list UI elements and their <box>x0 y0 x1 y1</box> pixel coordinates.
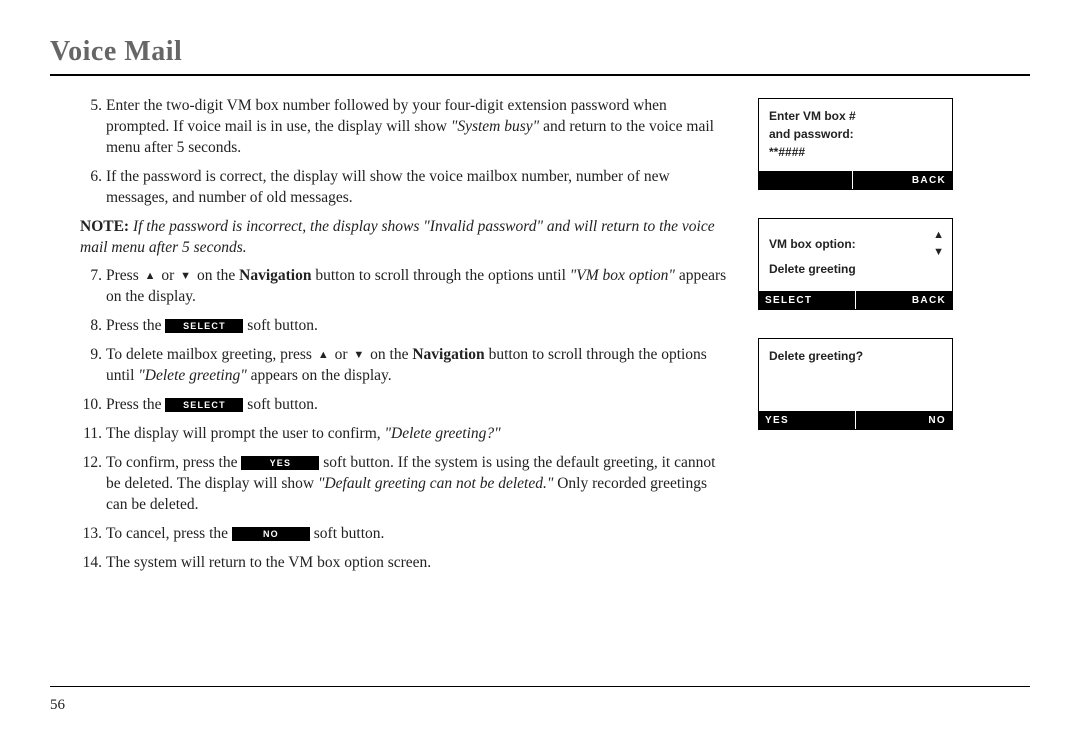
step-number: 10. <box>80 395 102 416</box>
step-text: soft button. <box>243 317 318 334</box>
step-text: To confirm, press the <box>106 454 241 471</box>
step-text: Press <box>106 267 143 284</box>
inline-softkey-select: SELECT <box>165 319 243 333</box>
step-item: 8.Press the SELECT soft button. <box>80 316 730 337</box>
lcd-line: **#### <box>769 143 942 161</box>
step-item: 12.To confirm, press the YES soft button… <box>80 453 730 516</box>
lcd-line: and password: <box>769 125 942 143</box>
step-number: 14. <box>80 553 102 574</box>
step-item: 11.The display will prompt the user to c… <box>80 424 730 445</box>
step-number: 5. <box>80 96 102 117</box>
lcd-screen-enter-vm: Enter VM box # and password: **#### BACK <box>758 98 953 190</box>
step-text: The display will prompt the user to conf… <box>106 425 385 442</box>
step-item: 6.If the password is correct, the displa… <box>80 167 730 209</box>
step-text: on the <box>193 267 239 284</box>
page-number: 56 <box>50 697 65 713</box>
step-text: To delete mailbox greeting, press <box>106 346 316 363</box>
step-text: Navigation <box>412 346 484 363</box>
step-text: The system will return to the VM box opt… <box>106 554 431 571</box>
step-text: or <box>331 346 352 363</box>
softkey-select: SELECT <box>759 291 855 309</box>
step-number: 13. <box>80 524 102 545</box>
lcd-line: Delete greeting? <box>769 347 942 365</box>
softkey-back: BACK <box>856 291 952 309</box>
softkey-no: NO <box>856 411 952 429</box>
softkey-blank <box>759 171 852 189</box>
step-text: "System busy" <box>451 118 539 135</box>
step-number: 12. <box>80 453 102 474</box>
step-item: 7.Press ▲ or ▼ on the Navigation button … <box>80 266 730 308</box>
step-number: 6. <box>80 167 102 188</box>
step-text: "Default greeting can not be deleted." <box>318 475 553 492</box>
step-item: 9.To delete mailbox greeting, press ▲ or… <box>80 345 730 387</box>
inline-softkey-select: SELECT <box>165 398 243 412</box>
note-text: If the password is incorrect, the displa… <box>80 218 715 256</box>
step-text: Press the <box>106 396 165 413</box>
step-text: on the <box>366 346 412 363</box>
lcd-line: Enter VM box # <box>769 107 942 125</box>
step-text: Press the <box>106 317 165 334</box>
down-arrow-icon: ▼ <box>351 348 366 363</box>
step-text: "VM box option" <box>570 267 675 284</box>
step-item: 10.Press the SELECT soft button. <box>80 395 730 416</box>
step-item: 13.To cancel, press the NO soft button. <box>80 524 730 545</box>
step-text: or <box>158 267 179 284</box>
up-arrow-icon: ▲ <box>316 348 331 363</box>
note-block: NOTE: If the password is incorrect, the … <box>80 217 730 259</box>
step-number: 9. <box>80 345 102 366</box>
screens-column: Enter VM box # and password: **#### BACK… <box>758 96 963 582</box>
lcd-line: VM box option: <box>769 235 856 253</box>
inline-softkey-no: NO <box>232 527 310 541</box>
note-label: NOTE: <box>80 218 133 235</box>
step-item: 14.The system will return to the VM box … <box>80 553 730 574</box>
updown-icon: ▲▼ <box>933 227 942 260</box>
up-arrow-icon: ▲ <box>143 269 158 284</box>
step-text: If the password is correct, the display … <box>106 168 670 206</box>
softkey-back: BACK <box>853 171 952 189</box>
step-text: appears on the display. <box>247 367 392 384</box>
step-number: 7. <box>80 266 102 287</box>
step-text: soft button. <box>310 525 385 542</box>
page-title: Voice Mail <box>50 36 1030 76</box>
step-text: soft button. <box>243 396 318 413</box>
step-number: 11. <box>80 424 102 445</box>
step-number: 8. <box>80 316 102 337</box>
softkey-yes: YES <box>759 411 855 429</box>
step-text: button to scroll through the options unt… <box>311 267 569 284</box>
step-text: To cancel, press the <box>106 525 232 542</box>
step-text: "Delete greeting" <box>138 367 246 384</box>
lcd-screen-delete-confirm: Delete greeting? YES NO <box>758 338 953 430</box>
lcd-line: Delete greeting <box>769 260 942 278</box>
page-footer: 56 <box>50 686 1030 714</box>
instructions-column: 5.Enter the two-digit VM box number foll… <box>50 96 730 582</box>
step-text: "Delete greeting?" <box>385 425 501 442</box>
inline-softkey-yes: YES <box>241 456 319 470</box>
down-arrow-icon: ▼ <box>178 269 193 284</box>
step-item: 5.Enter the two-digit VM box number foll… <box>80 96 730 159</box>
lcd-screen-vm-option: VM box option: ▲▼ Delete greeting SELECT… <box>758 218 953 310</box>
step-text: Navigation <box>239 267 311 284</box>
